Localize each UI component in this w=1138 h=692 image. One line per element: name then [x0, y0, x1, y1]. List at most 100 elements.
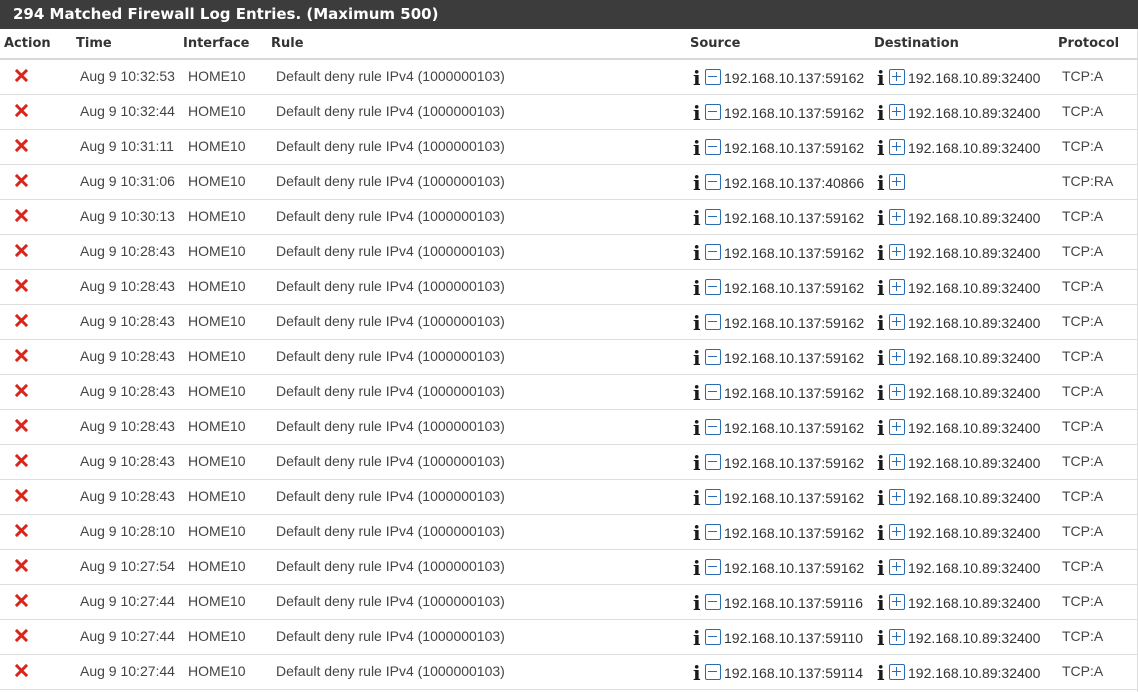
info-icon[interactable]: i [693, 138, 704, 158]
info-icon[interactable]: i [693, 348, 704, 368]
block-x-icon[interactable] [15, 139, 28, 152]
plus-box-icon[interactable] [889, 104, 905, 120]
log-rule[interactable]: Default deny rule IPv4 (1000000103) [276, 620, 505, 655]
minus-box-icon[interactable] [705, 454, 721, 470]
info-icon[interactable]: i [877, 278, 888, 298]
block-x-icon[interactable] [15, 594, 28, 607]
info-icon[interactable]: i [693, 418, 704, 438]
info-icon[interactable]: i [877, 488, 888, 508]
info-icon[interactable]: i [877, 138, 888, 158]
info-icon[interactable]: i [693, 208, 704, 228]
minus-box-icon[interactable] [705, 349, 721, 365]
info-icon[interactable]: i [877, 663, 888, 683]
info-icon[interactable]: i [877, 68, 888, 88]
minus-box-icon[interactable] [705, 559, 721, 575]
info-icon[interactable]: i [693, 628, 704, 648]
info-icon[interactable]: i [877, 593, 888, 613]
log-rule[interactable]: Default deny rule IPv4 (1000000103) [276, 305, 505, 340]
log-rule[interactable]: Default deny rule IPv4 (1000000103) [276, 165, 505, 200]
log-rule[interactable]: Default deny rule IPv4 (1000000103) [276, 130, 505, 165]
info-icon[interactable]: i [693, 488, 704, 508]
block-x-icon[interactable] [15, 209, 28, 222]
plus-box-icon[interactable] [889, 244, 905, 260]
log-rule[interactable]: Default deny rule IPv4 (1000000103) [276, 60, 505, 95]
minus-box-icon[interactable] [705, 209, 721, 225]
block-x-icon[interactable] [15, 559, 28, 572]
plus-box-icon[interactable] [889, 524, 905, 540]
info-icon[interactable]: i [693, 593, 704, 613]
info-icon[interactable]: i [877, 208, 888, 228]
block-x-icon[interactable] [15, 174, 28, 187]
block-x-icon[interactable] [15, 314, 28, 327]
info-icon[interactable]: i [693, 173, 704, 193]
info-icon[interactable]: i [877, 313, 888, 333]
minus-box-icon[interactable] [705, 629, 721, 645]
info-icon[interactable]: i [877, 103, 888, 123]
block-x-icon[interactable] [15, 279, 28, 292]
log-rule[interactable]: Default deny rule IPv4 (1000000103) [276, 270, 505, 305]
plus-box-icon[interactable] [889, 209, 905, 225]
minus-box-icon[interactable] [705, 174, 721, 190]
minus-box-icon[interactable] [705, 594, 721, 610]
block-x-icon[interactable] [15, 244, 28, 257]
block-x-icon[interactable] [15, 454, 28, 467]
info-icon[interactable]: i [877, 383, 888, 403]
block-x-icon[interactable] [15, 524, 28, 537]
log-rule[interactable]: Default deny rule IPv4 (1000000103) [276, 515, 505, 550]
plus-box-icon[interactable] [889, 279, 905, 295]
info-icon[interactable]: i [877, 348, 888, 368]
log-rule[interactable]: Default deny rule IPv4 (1000000103) [276, 585, 505, 620]
plus-box-icon[interactable] [889, 419, 905, 435]
plus-box-icon[interactable] [889, 174, 905, 190]
log-rule[interactable]: Default deny rule IPv4 (1000000103) [276, 655, 505, 690]
minus-box-icon[interactable] [705, 139, 721, 155]
plus-box-icon[interactable] [889, 139, 905, 155]
plus-box-icon[interactable] [889, 559, 905, 575]
info-icon[interactable]: i [693, 558, 704, 578]
plus-box-icon[interactable] [889, 69, 905, 85]
block-x-icon[interactable] [15, 419, 28, 432]
info-icon[interactable]: i [877, 628, 888, 648]
minus-box-icon[interactable] [705, 664, 721, 680]
info-icon[interactable]: i [877, 243, 888, 263]
log-rule[interactable]: Default deny rule IPv4 (1000000103) [276, 340, 505, 375]
log-rule[interactable]: Default deny rule IPv4 (1000000103) [276, 95, 505, 130]
block-x-icon[interactable] [15, 349, 28, 362]
minus-box-icon[interactable] [705, 104, 721, 120]
plus-box-icon[interactable] [889, 349, 905, 365]
info-icon[interactable]: i [877, 173, 888, 193]
info-icon[interactable]: i [693, 243, 704, 263]
info-icon[interactable]: i [693, 103, 704, 123]
plus-box-icon[interactable] [889, 629, 905, 645]
info-icon[interactable]: i [877, 523, 888, 543]
log-rule[interactable]: Default deny rule IPv4 (1000000103) [276, 445, 505, 480]
plus-box-icon[interactable] [889, 489, 905, 505]
block-x-icon[interactable] [15, 489, 28, 502]
log-rule[interactable]: Default deny rule IPv4 (1000000103) [276, 550, 505, 585]
info-icon[interactable]: i [693, 383, 704, 403]
minus-box-icon[interactable] [705, 384, 721, 400]
minus-box-icon[interactable] [705, 69, 721, 85]
info-icon[interactable]: i [877, 418, 888, 438]
info-icon[interactable]: i [693, 663, 704, 683]
block-x-icon[interactable] [15, 384, 28, 397]
block-x-icon[interactable] [15, 664, 28, 677]
plus-box-icon[interactable] [889, 664, 905, 680]
minus-box-icon[interactable] [705, 489, 721, 505]
info-icon[interactable]: i [693, 68, 704, 88]
log-rule[interactable]: Default deny rule IPv4 (1000000103) [276, 375, 505, 410]
plus-box-icon[interactable] [889, 594, 905, 610]
plus-box-icon[interactable] [889, 454, 905, 470]
plus-box-icon[interactable] [889, 314, 905, 330]
info-icon[interactable]: i [693, 313, 704, 333]
block-x-icon[interactable] [15, 104, 28, 117]
minus-box-icon[interactable] [705, 279, 721, 295]
info-icon[interactable]: i [693, 453, 704, 473]
block-x-icon[interactable] [15, 629, 28, 642]
plus-box-icon[interactable] [889, 384, 905, 400]
info-icon[interactable]: i [693, 278, 704, 298]
block-x-icon[interactable] [15, 69, 28, 82]
log-rule[interactable]: Default deny rule IPv4 (1000000103) [276, 200, 505, 235]
info-icon[interactable]: i [877, 558, 888, 578]
log-rule[interactable]: Default deny rule IPv4 (1000000103) [276, 235, 505, 270]
